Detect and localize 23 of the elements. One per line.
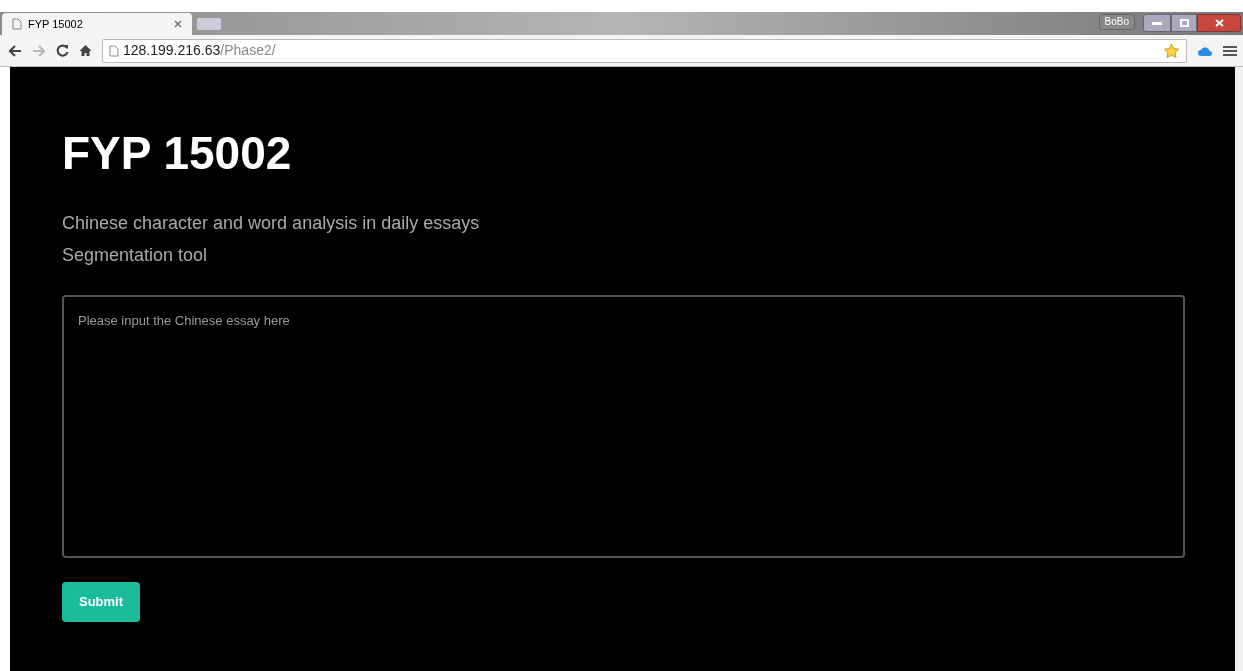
close-icon — [1214, 19, 1224, 27]
menu-icon[interactable] — [1223, 44, 1237, 57]
profile-button[interactable]: BoBo — [1098, 14, 1135, 30]
maximize-button[interactable] — [1171, 14, 1197, 32]
reload-icon[interactable] — [56, 44, 69, 57]
home-icon[interactable] — [79, 44, 92, 57]
tab-title: FYP 15002 — [28, 16, 83, 32]
subtitle-text: Chinese character and word analysis in daily essays — [62, 212, 481, 235]
cloud-icon[interactable] — [1197, 44, 1213, 57]
page-icon — [109, 44, 119, 57]
browser-tab[interactable]: FYP 15002 — [2, 13, 192, 35]
close-window-button[interactable] — [1197, 14, 1241, 32]
essay-field[interactable]: Please input the Chinese essay here — [62, 295, 1185, 558]
page-icon — [12, 18, 22, 30]
subtitle-text: Segmentation tool — [62, 244, 209, 267]
minimize-button[interactable] — [1143, 14, 1171, 32]
url-text: 128.199.216.63/Phase2/ — [123, 41, 276, 60]
scrollbar[interactable] — [1235, 67, 1243, 671]
page-title: FYP 15002 — [62, 126, 293, 181]
star-icon[interactable] — [1163, 42, 1180, 59]
address-bar[interactable]: 128.199.216.63/Phase2/ — [102, 38, 1187, 63]
back-icon[interactable] — [8, 44, 22, 57]
close-icon[interactable] — [174, 20, 182, 28]
